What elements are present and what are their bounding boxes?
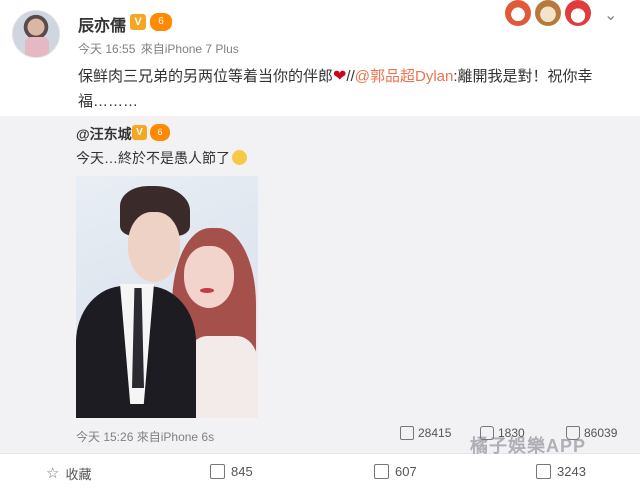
content-separator: // [346,68,355,85]
weibo-post: 辰亦儒 V 6 今天 16:55 來自iPhone 7 Plus ⌄ 保鲜肉三兄… [0,0,640,489]
post-source: 來自iPhone 7 Plus [140,42,239,56]
repost-button[interactable]: 845 [210,464,253,479]
repost-level-badge-icon: 6 [150,124,170,141]
comment-button[interactable]: 607 [374,464,417,479]
content-main: 保鲜肉三兄弟的另两位等着当你的伴郎 [78,68,334,85]
comment-icon [374,464,389,479]
thumbs-up-icon [536,464,551,479]
mention-link[interactable]: @郭品超Dylan [355,68,454,85]
photo-dress [186,336,258,418]
repost-verified-badge-icon: V [132,125,147,140]
repost-source: 來自iPhone 6s [136,430,215,444]
like-button[interactable]: 3243 [536,464,586,479]
holiday-decoration [505,0,597,28]
verified-badge-icon: V [130,14,146,30]
repost-username[interactable]: @汪东城 [76,124,132,144]
reindeer-icon [505,0,531,26]
like-count: 3243 [557,464,586,479]
santa-icon [565,0,591,26]
star-icon: ☆ [46,465,60,482]
photo-lips [200,288,214,293]
photo-face-woman [184,246,234,308]
repost-share-count[interactable]: 28415 [400,426,451,440]
share-icon [400,426,414,440]
photo-face-man [128,212,180,282]
post-content: 保鲜肉三兄弟的另两位等着当你的伴郎❤//@郭品超Dylan:離開我是對！祝你幸福… [78,64,628,114]
favorite-button[interactable]: ☆ 收藏 [46,464,91,483]
level-badge-icon: 6 [150,13,172,31]
repost-meta: 今天 15:26 來自iPhone 6s [76,428,214,445]
heart-icon: ❤ [333,68,347,85]
comment-count: 607 [395,464,417,479]
bear-icon [535,0,561,26]
avatar[interactable] [12,10,60,58]
smirk-emoji-icon [232,150,247,165]
repost-like-value: 86039 [584,426,618,440]
chevron-down-icon[interactable]: ⌄ [604,5,617,25]
repost-count: 845 [231,464,253,479]
watermark: 橘子娛樂APP [470,436,587,456]
repost-box: @汪东城 V 6 今天…終於不是愚人節了 今天 15:26 來自iPhone 6… [0,116,640,453]
username[interactable]: 辰亦儒 [78,12,126,36]
share-icon [210,464,225,479]
repost-text: 今天…終於不是愚人節了 [76,148,247,168]
repost-text-content: 今天…終於不是愚人節了 [76,150,230,166]
repost-share-value: 28415 [418,426,452,440]
post-meta: 今天 16:55 來自iPhone 7 Plus [78,40,241,57]
post-time[interactable]: 今天 16:55 [78,42,135,56]
favorite-label: 收藏 [65,467,92,482]
repost-photo[interactable] [76,176,258,418]
action-bar: ☆ 收藏 845 607 3243 [0,453,640,489]
repost-time[interactable]: 今天 15:26 [76,430,133,444]
